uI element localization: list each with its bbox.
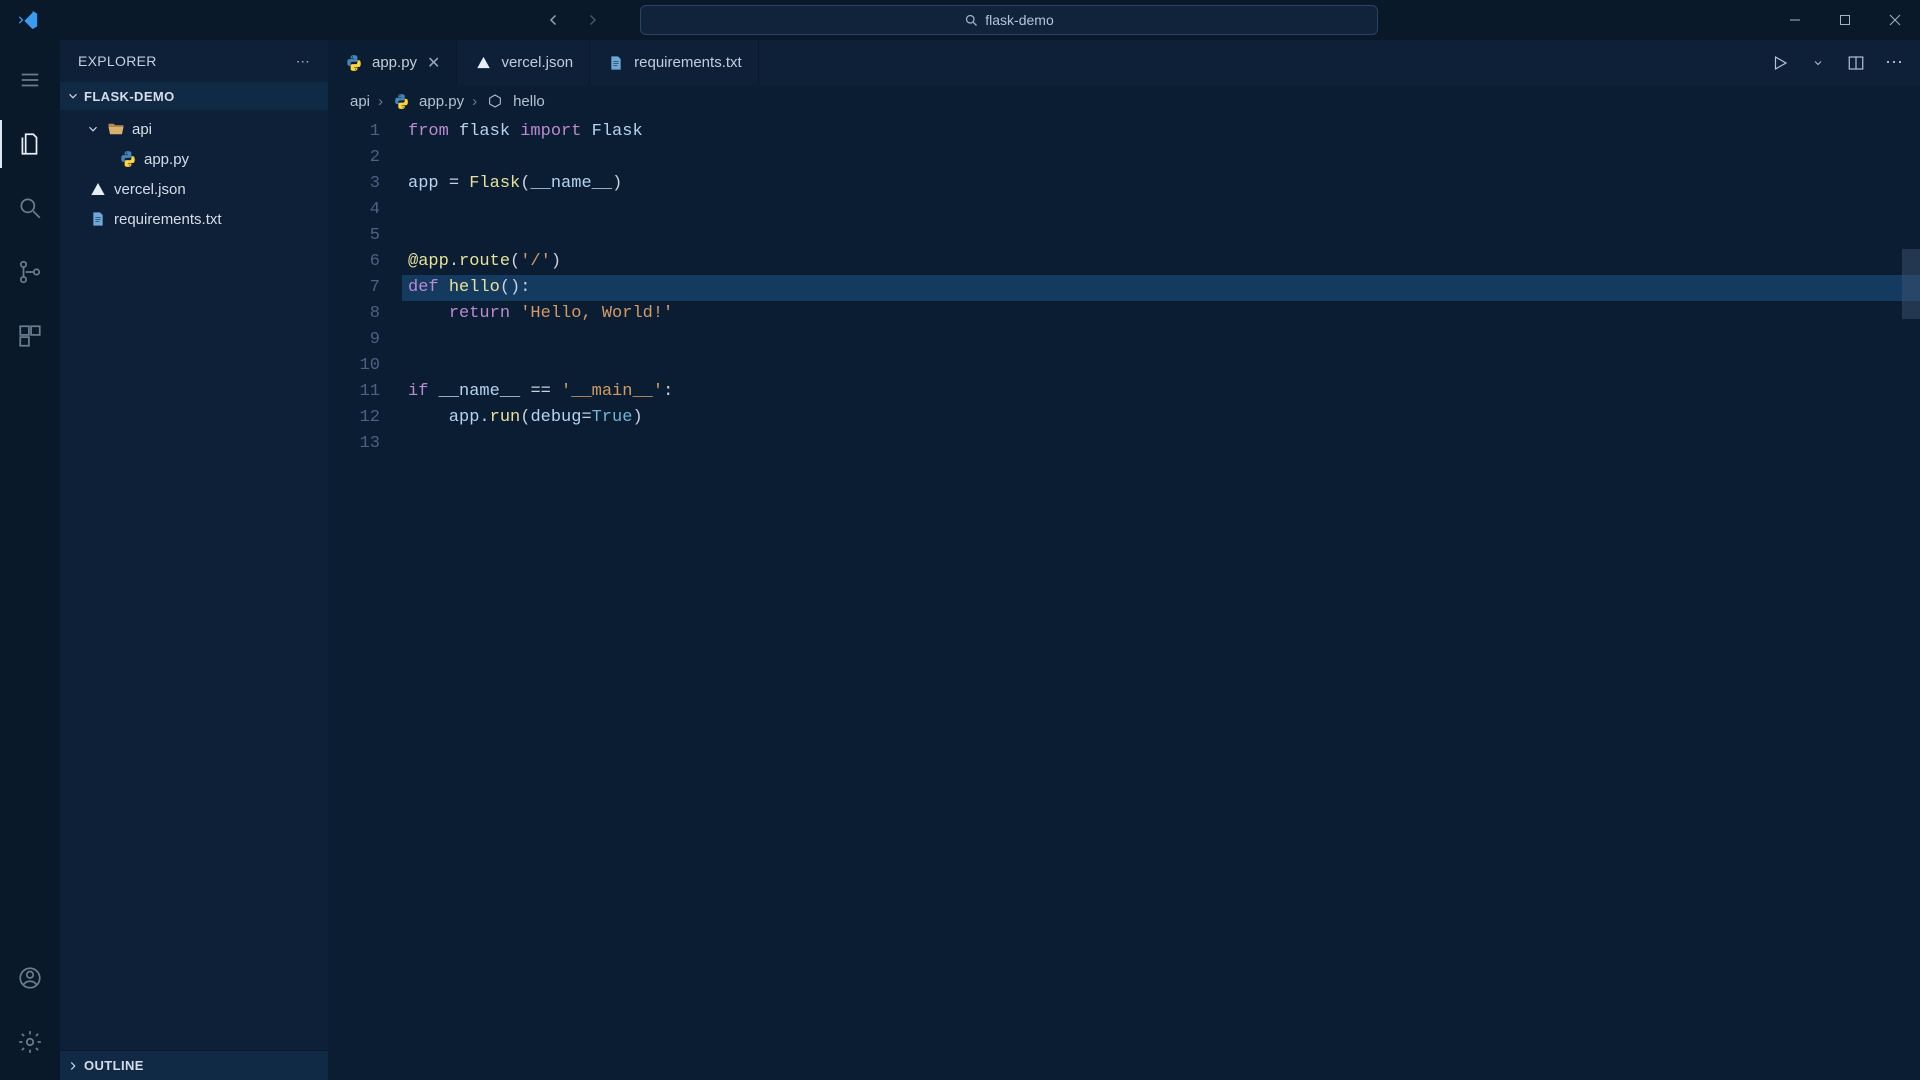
folder-open-icon xyxy=(106,119,126,139)
chevron-right-icon: › xyxy=(472,93,477,110)
activity-settings[interactable] xyxy=(0,1014,60,1070)
run-button[interactable] xyxy=(1766,49,1794,77)
scrollbar-thumb[interactable] xyxy=(1902,249,1920,319)
chevron-down-icon xyxy=(86,122,100,136)
nav-forward-button[interactable] xyxy=(578,6,606,34)
tab-vercel-json[interactable]: vercel.json xyxy=(457,40,590,85)
activity-accounts[interactable] xyxy=(0,950,60,1006)
code-lines[interactable]: from flask import Flask app = Flask(__na… xyxy=(402,119,1920,457)
editor-area: app.py ✕ vercel.json requirements.txt ⋯ xyxy=(328,40,1920,1080)
vscode-logo xyxy=(8,9,48,31)
window-maximize-button[interactable] xyxy=(1820,0,1870,40)
chevron-right-icon xyxy=(66,1059,80,1073)
text-file-icon xyxy=(88,209,108,229)
project-header[interactable]: FLASK-DEMO xyxy=(60,82,328,110)
tree-file-label: requirements.txt xyxy=(114,211,222,228)
activity-menu-button[interactable] xyxy=(0,52,60,108)
sidebar-title: EXPLORER xyxy=(78,53,157,69)
editor-more-icon[interactable]: ⋯ xyxy=(1880,49,1908,77)
tab-bar: app.py ✕ vercel.json requirements.txt ⋯ xyxy=(328,40,1920,85)
activity-explorer[interactable] xyxy=(0,116,60,172)
split-editor-button[interactable] xyxy=(1842,49,1870,77)
activity-source-control[interactable] xyxy=(0,244,60,300)
tree-file-requirements-txt[interactable]: requirements.txt xyxy=(60,204,328,234)
symbol-function-icon xyxy=(485,91,505,111)
vercel-file-icon xyxy=(473,53,493,73)
titlebar: flask-demo xyxy=(0,0,1920,40)
activity-search[interactable] xyxy=(0,180,60,236)
nav-back-button[interactable] xyxy=(540,6,568,34)
window-close-button[interactable] xyxy=(1870,0,1920,40)
tree-file-vercel-json[interactable]: vercel.json xyxy=(60,174,328,204)
tab-label: requirements.txt xyxy=(634,54,742,71)
search-text: flask-demo xyxy=(985,12,1053,28)
python-file-icon xyxy=(391,91,411,111)
tab-close-icon[interactable]: ✕ xyxy=(427,53,440,73)
python-file-icon xyxy=(344,53,364,73)
code-editor[interactable]: 12345678910111213 from flask import Flas… xyxy=(328,117,1920,457)
tree-file-label: app.py xyxy=(144,151,189,168)
run-dropdown-icon[interactable] xyxy=(1804,49,1832,77)
line-number-gutter: 12345678910111213 xyxy=(328,119,402,457)
tree-folder-api[interactable]: api xyxy=(60,114,328,144)
tab-label: vercel.json xyxy=(501,54,573,71)
crumb-symbol[interactable]: hello xyxy=(513,93,545,110)
tab-label: app.py xyxy=(372,54,417,71)
vercel-file-icon xyxy=(88,179,108,199)
tab-app-py[interactable]: app.py ✕ xyxy=(328,40,457,85)
tree-file-label: vercel.json xyxy=(114,181,186,198)
current-line-highlight xyxy=(402,275,1920,301)
tree-folder-label: api xyxy=(132,121,152,138)
activity-extensions[interactable] xyxy=(0,308,60,364)
text-file-icon xyxy=(606,53,626,73)
sidebar-more-icon[interactable]: ⋯ xyxy=(296,53,310,70)
activity-bar xyxy=(0,40,60,1080)
outline-section[interactable]: OUTLINE xyxy=(60,1050,328,1080)
chevron-down-icon xyxy=(66,89,80,103)
minimap-scrollbar[interactable] xyxy=(1902,119,1920,457)
sidebar-explorer: EXPLORER ⋯ FLASK-DEMO api app.py xyxy=(60,40,328,1080)
python-file-icon xyxy=(118,149,138,169)
command-center-search[interactable]: flask-demo xyxy=(640,5,1378,35)
outline-label: OUTLINE xyxy=(84,1058,144,1073)
crumb-file[interactable]: app.py xyxy=(419,93,464,110)
tree-file-app-py[interactable]: app.py xyxy=(60,144,328,174)
project-name: FLASK-DEMO xyxy=(84,89,175,104)
tab-requirements-txt[interactable]: requirements.txt xyxy=(590,40,759,85)
search-icon xyxy=(964,13,979,28)
chevron-right-icon: › xyxy=(378,93,383,110)
crumb-folder[interactable]: api xyxy=(350,93,370,110)
breadcrumbs[interactable]: api › app.py › hello xyxy=(328,85,1920,117)
window-minimize-button[interactable] xyxy=(1770,0,1820,40)
